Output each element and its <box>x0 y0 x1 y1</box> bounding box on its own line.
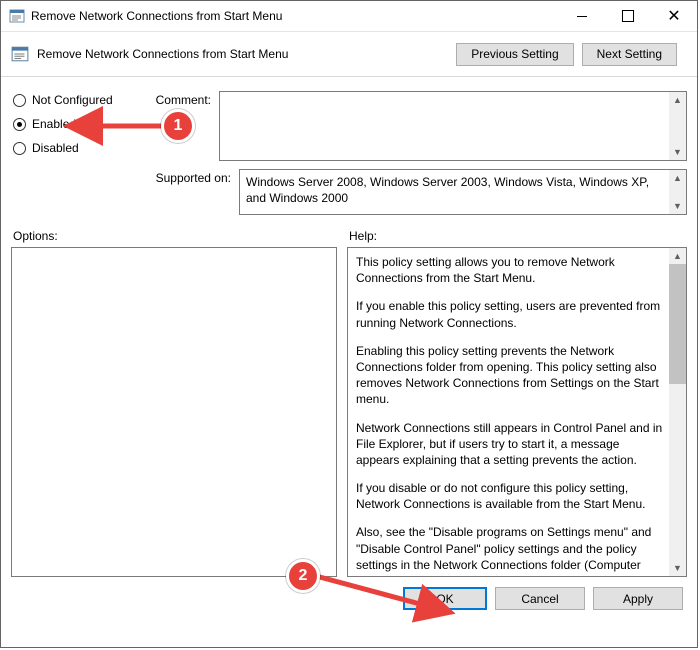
options-label: Options: <box>13 229 349 243</box>
help-paragraph: Network Connections still appears in Con… <box>356 420 664 469</box>
window-title: Remove Network Connections from Start Me… <box>31 9 559 23</box>
scroll-down-icon: ▼ <box>673 144 682 160</box>
help-paragraph: Also, see the "Disable programs on Setti… <box>356 524 664 577</box>
enabled-radio[interactable]: Enabled <box>13 117 141 131</box>
radio-label: Disabled <box>32 141 79 155</box>
radio-label: Not Configured <box>32 93 113 107</box>
help-label: Help: <box>349 229 685 243</box>
supported-on-box: Windows Server 2008, Windows Server 2003… <box>239 169 687 215</box>
scrollbar[interactable]: ▲ ▼ <box>669 248 686 576</box>
ok-button[interactable]: OK <box>403 587 487 610</box>
scroll-down-icon: ▼ <box>673 560 682 576</box>
scroll-up-icon: ▲ <box>673 248 682 264</box>
help-paragraph: If you disable or do not configure this … <box>356 480 664 512</box>
window-frame: Remove Network Connections from Start Me… <box>0 0 698 648</box>
apply-button[interactable]: Apply <box>593 587 683 610</box>
supported-on-label: Supported on: <box>141 169 233 185</box>
config-row: Not Configured Enabled Disabled Comment:… <box>1 85 697 215</box>
policy-icon <box>11 45 29 63</box>
dialog-buttons: OK Cancel Apply <box>1 577 697 610</box>
previous-setting-button[interactable]: Previous Setting <box>456 43 573 66</box>
scroll-up-icon: ▲ <box>673 92 682 108</box>
state-radio-group: Not Configured Enabled Disabled <box>13 91 141 215</box>
minimize-button[interactable] <box>559 1 605 31</box>
maximize-button[interactable] <box>605 1 651 31</box>
panes: This policy setting allows you to remove… <box>1 247 697 577</box>
scroll-up-icon: ▲ <box>673 170 682 186</box>
help-paragraph: Enabling this policy setting prevents th… <box>356 343 664 408</box>
options-pane <box>11 247 337 577</box>
policy-icon <box>9 8 25 24</box>
help-paragraph: If you enable this policy setting, users… <box>356 298 664 330</box>
supported-on-value: Windows Server 2008, Windows Server 2003… <box>246 174 666 210</box>
disabled-radio[interactable]: Disabled <box>13 141 141 155</box>
cancel-button[interactable]: Cancel <box>495 587 585 610</box>
pane-labels: Options: Help: <box>1 225 697 247</box>
radio-icon <box>13 94 26 107</box>
scrollbar[interactable]: ▲ ▼ <box>669 92 686 160</box>
header-row: Remove Network Connections from Start Me… <box>1 32 697 76</box>
radio-icon <box>13 118 26 131</box>
comment-textarea[interactable]: ▲ ▼ <box>219 91 687 161</box>
scroll-down-icon: ▼ <box>673 198 682 214</box>
titlebar: Remove Network Connections from Start Me… <box>1 1 697 32</box>
policy-name: Remove Network Connections from Start Me… <box>37 47 456 61</box>
not-configured-radio[interactable]: Not Configured <box>13 93 141 107</box>
scrollbar-thumb[interactable] <box>669 264 686 384</box>
close-button[interactable]: ✕ <box>651 1 697 31</box>
next-setting-button[interactable]: Next Setting <box>582 43 677 66</box>
radio-label: Enabled <box>32 117 76 131</box>
separator <box>1 76 697 77</box>
comment-label: Comment: <box>141 91 213 107</box>
scrollbar[interactable]: ▲ ▼ <box>669 170 686 214</box>
help-paragraph: This policy setting allows you to remove… <box>356 254 664 286</box>
help-pane: This policy setting allows you to remove… <box>347 247 687 577</box>
radio-icon <box>13 142 26 155</box>
